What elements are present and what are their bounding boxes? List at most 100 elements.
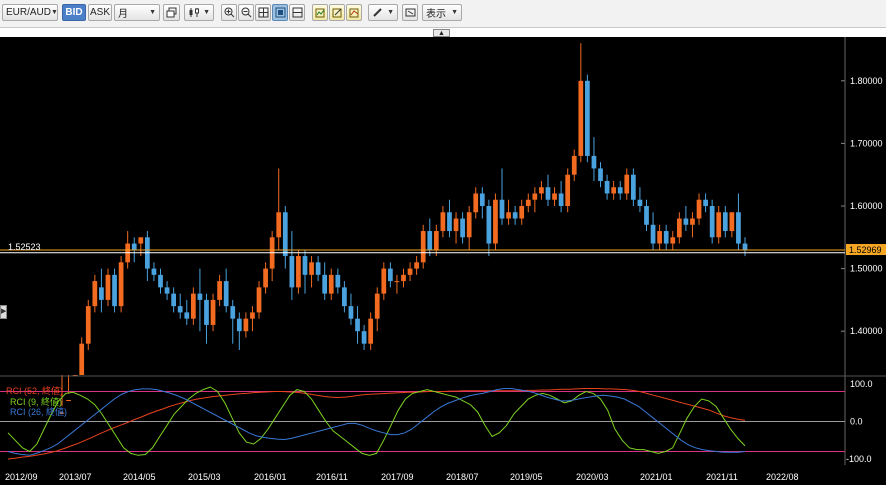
price-tick-label: 1.70000: [850, 138, 883, 148]
ask-button[interactable]: ASK: [88, 4, 112, 21]
display-menu-button[interactable]: 表示 ▼: [422, 4, 462, 21]
candle-body: [591, 155, 597, 169]
candle-body: [243, 318, 249, 332]
time-tick-label: 2020/03: [576, 472, 609, 482]
zoom-in-icon: [224, 7, 234, 18]
candle-body: [151, 268, 157, 275]
time-tick-label: 2012/09: [5, 472, 38, 482]
zoom-in-button[interactable]: [221, 4, 237, 21]
candle-body: [381, 268, 387, 294]
candle-body: [296, 256, 301, 288]
fit-window-button[interactable]: [272, 4, 288, 21]
candle-body: [644, 206, 649, 225]
current-price-label: 1.52969: [849, 245, 882, 255]
candle-body: [368, 318, 374, 344]
collapse-toolbar-button[interactable]: ▲: [433, 29, 450, 37]
candle-body: [578, 80, 584, 156]
candle-body: [342, 287, 347, 307]
candle-body: [506, 212, 511, 219]
chevron-down-icon: ▼: [451, 9, 458, 16]
price-tick-label: 1.60000: [850, 201, 883, 211]
candle-body: [519, 206, 525, 219]
time-tick-label: 2021/11: [706, 472, 738, 482]
chart-type-select[interactable]: ▼: [184, 4, 214, 21]
rci9-legend: RCI (9, 終値): [10, 396, 62, 407]
delete-drawing-button[interactable]: [402, 4, 418, 21]
grid-button[interactable]: [255, 4, 271, 21]
remove-indicator-button[interactable]: [346, 4, 362, 21]
candle-body: [335, 274, 341, 288]
pencil-icon: [373, 8, 382, 17]
candle-body: [289, 256, 295, 288]
candle-body: [99, 287, 104, 300]
candle-body: [112, 274, 117, 307]
bid-button[interactable]: BID: [62, 4, 86, 21]
candle-body: [85, 306, 91, 344]
candle-body: [230, 306, 236, 319]
new-window-button[interactable]: [163, 4, 180, 21]
candle-body: [539, 187, 544, 194]
candle-body: [414, 262, 419, 269]
candle-body: [374, 293, 380, 319]
price-tick-label: 1.80000: [850, 76, 883, 86]
rci-tick-label: 100.0: [850, 379, 873, 389]
candle-body: [545, 187, 551, 200]
candle-body: [158, 274, 163, 288]
candle-body: [66, 400, 71, 402]
candle-body: [118, 262, 124, 307]
rci-legend: RCI (52, 終値) RCI (9, 終値) RCI (26, 終値): [6, 385, 67, 417]
candle-body: [585, 80, 590, 156]
candle-body: [328, 274, 334, 294]
candle-body: [598, 168, 603, 181]
candle-body: [309, 262, 314, 275]
split-panel-icon: [292, 7, 302, 18]
candle-body: [177, 306, 183, 313]
candle-body: [479, 193, 485, 206]
timeframe-select[interactable]: 月 ▼: [114, 4, 160, 21]
time-tick-label: 2014/05: [123, 472, 156, 482]
chevron-down-icon: ▼: [387, 9, 394, 16]
candle-body: [532, 193, 538, 200]
candle-body: [709, 206, 715, 238]
candle-body: [657, 231, 662, 244]
drawing-tool-select[interactable]: ▼: [368, 4, 398, 21]
indicator-edit-icon: [332, 8, 341, 18]
candle-body: [315, 262, 321, 275]
rci26-legend: RCI (26, 終値): [10, 406, 67, 417]
candle-body: [565, 174, 571, 206]
candle-body: [394, 281, 400, 283]
panel-resize-handle[interactable]: ▶: [0, 305, 7, 319]
candle-body: [630, 174, 636, 200]
time-tick-label: 2017/09: [381, 472, 414, 482]
candle-body: [420, 231, 426, 263]
chart-area[interactable]: 1.52523 1.80000 1.70000 1.60000 1.50000 …: [0, 37, 886, 485]
candle-body: [466, 212, 472, 238]
candle-body: [256, 287, 262, 313]
candle-body: [729, 212, 735, 232]
chart-toolbar: EUR/AUD ▼ BID ASK 月 ▼ ▼ ▼ 表示 ▼: [0, 0, 886, 28]
candle-body: [453, 218, 459, 232]
symbol-select[interactable]: EUR/AUD ▼: [2, 4, 58, 21]
candlestick-icon: [189, 8, 199, 17]
chart-canvas[interactable]: 1.52523 1.80000 1.70000 1.60000 1.50000 …: [0, 37, 886, 485]
candle-body: [355, 318, 360, 332]
edit-indicator-button[interactable]: [329, 4, 345, 21]
rci-tick-label: 0.0: [850, 417, 863, 427]
candle-body: [499, 199, 505, 219]
candle-body: [722, 212, 728, 232]
candle-body: [361, 331, 367, 344]
chevron-down-icon: ▼: [149, 9, 156, 16]
zoom-out-button[interactable]: [238, 4, 254, 21]
candle-body: [736, 212, 741, 244]
time-tick-label: 2013/07: [59, 472, 92, 482]
candle-body: [473, 193, 479, 213]
candle-body: [407, 268, 413, 275]
add-indicator-button[interactable]: [312, 4, 328, 21]
candle-body: [138, 237, 144, 244]
symbol-label: EUR/AUD: [6, 7, 52, 18]
split-panel-button[interactable]: [289, 4, 305, 21]
candle-body: [131, 243, 137, 250]
candle-body: [460, 218, 465, 238]
time-tick-label: 2015/03: [188, 472, 221, 482]
candle-body: [236, 318, 242, 332]
